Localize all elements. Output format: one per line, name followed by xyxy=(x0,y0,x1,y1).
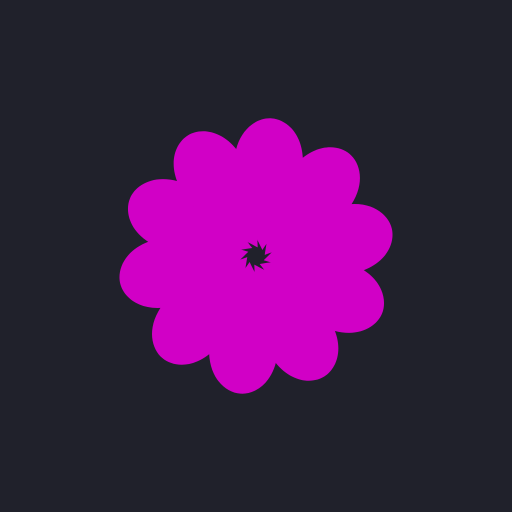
flower-logo-icon xyxy=(119,118,393,394)
splash-screen xyxy=(0,0,512,512)
